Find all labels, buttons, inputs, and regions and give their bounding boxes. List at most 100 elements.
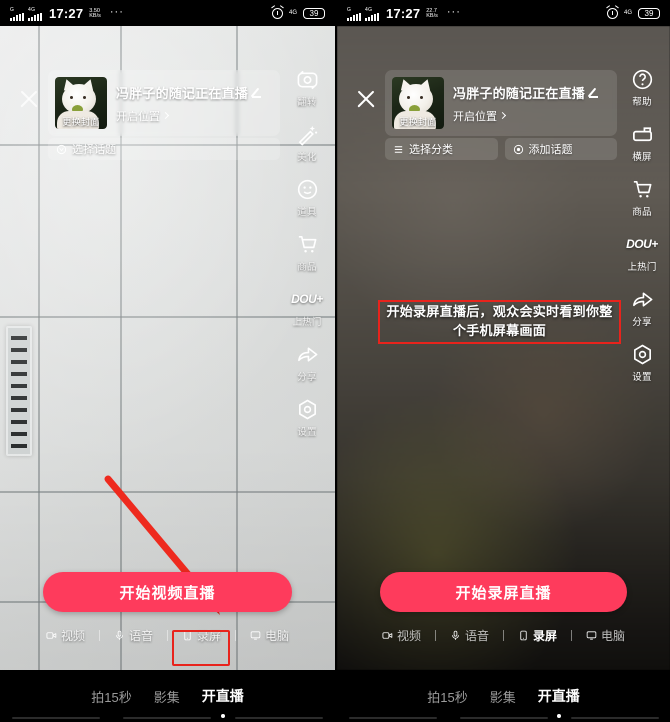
status-time: 17:27 bbox=[386, 5, 421, 21]
shopping-cart-icon bbox=[294, 231, 320, 257]
alarm-clock-icon bbox=[271, 7, 283, 19]
nav-item-album[interactable]: 影集 bbox=[154, 687, 180, 706]
mode-tab-pc[interactable]: 电脑 bbox=[236, 624, 303, 647]
video-live-panel: G 4G 17:27 3.50 KB/s ··· 4G 39 更换封面 冯胖子的… bbox=[0, 0, 335, 722]
signal-icon-2: 4G bbox=[365, 7, 379, 21]
topic-icon bbox=[56, 144, 67, 154]
magic-wand-icon bbox=[294, 121, 320, 147]
chips-row-right: 选择分类 添加话题 bbox=[385, 138, 617, 160]
nav-item-live[interactable]: 开直播 bbox=[538, 686, 580, 718]
smiley-props-icon bbox=[294, 176, 320, 202]
annotation-highlight-box bbox=[172, 630, 230, 666]
nav-item-15s[interactable]: 拍15秒 bbox=[91, 687, 131, 706]
add-topic-chip[interactable]: 添加话题 bbox=[504, 138, 617, 160]
flip-camera-button[interactable]: 翻转 bbox=[294, 66, 320, 108]
share-button[interactable]: 分享 bbox=[629, 286, 655, 328]
status-overflow-icon: ··· bbox=[109, 5, 124, 18]
dou-plus-button[interactable]: DOU+ 上热门 bbox=[626, 231, 658, 273]
nav-item-live[interactable]: 开直播 bbox=[202, 686, 244, 718]
mobile-data-icon: 4G bbox=[288, 10, 297, 16]
phone-screen-icon bbox=[520, 630, 527, 640]
home-indicator bbox=[337, 717, 670, 719]
landscape-button[interactable]: 横屏 bbox=[629, 121, 655, 163]
live-info-card[interactable]: 更换封面 冯胖子的随记正在直播 开启位置 bbox=[48, 70, 280, 136]
chevron-right-icon bbox=[498, 111, 507, 120]
signal-icon-1: G bbox=[347, 7, 361, 21]
help-question-icon bbox=[629, 66, 655, 92]
settings-button[interactable]: 设置 bbox=[629, 341, 655, 383]
chips-row-left: 选择话题 bbox=[48, 138, 280, 160]
location-row[interactable]: 开启位置 bbox=[116, 108, 273, 124]
signal-icon-2: 4G bbox=[28, 7, 42, 21]
cover-thumbnail[interactable]: 更换封面 bbox=[55, 77, 107, 129]
close-button[interactable] bbox=[18, 88, 40, 110]
goods-button[interactable]: 商品 bbox=[629, 176, 655, 218]
camera-preview-left: 更换封面 冯胖子的随记正在直播 开启位置 选择话题 翻转 美化 道具 商品 DO… bbox=[0, 26, 335, 670]
tools-rail-left: 翻转 美化 道具 商品 DOU+ 上热门 分享 设置 bbox=[285, 66, 329, 451]
settings-button[interactable]: 设置 bbox=[294, 396, 320, 438]
mode-tab-audio[interactable]: 语音 bbox=[436, 624, 503, 647]
location-row[interactable]: 开启位置 bbox=[453, 108, 610, 124]
change-cover-label: 更换封面 bbox=[399, 117, 437, 127]
mode-tabs-right: 视频 语音 录屏 电脑 bbox=[337, 622, 670, 648]
battery-indicator: 39 bbox=[638, 7, 660, 19]
edit-pencil-icon[interactable] bbox=[252, 86, 264, 98]
goods-button[interactable]: 商品 bbox=[294, 231, 320, 273]
tools-rail-right: 帮助 横屏 商品 DOU+ 上热门 分享 设置 bbox=[620, 66, 664, 396]
mode-tab-video[interactable]: 视频 bbox=[32, 624, 99, 647]
mobile-data-icon: 4G bbox=[623, 10, 632, 16]
mode-tab-pc[interactable]: 电脑 bbox=[572, 624, 639, 647]
live-title[interactable]: 冯胖子的随记正在直播 bbox=[453, 83, 610, 102]
share-arrow-icon bbox=[629, 286, 655, 312]
dou-plus-icon: DOU+ bbox=[291, 292, 323, 306]
status-bar-left: G 4G 17:27 3.50 KB/s ··· 4G 39 bbox=[0, 0, 335, 26]
edit-pencil-icon[interactable] bbox=[589, 86, 601, 98]
annotation-callout: 开始录屏直播后，观众会实时看到你整个手机屏幕画面 bbox=[378, 300, 621, 344]
props-button[interactable]: 道具 bbox=[294, 176, 320, 218]
bottom-nav-right: 拍15秒 影集 开直播 bbox=[337, 670, 670, 722]
microphone-icon bbox=[116, 630, 123, 640]
share-button[interactable]: 分享 bbox=[294, 341, 320, 383]
live-info-card[interactable]: 更换封面 冯胖子的随记正在直播 开启位置 bbox=[385, 70, 617, 136]
settings-gear-icon bbox=[294, 396, 320, 422]
start-live-button[interactable]: 开始视频直播 bbox=[43, 572, 292, 612]
video-camera-icon bbox=[46, 631, 57, 639]
settings-gear-icon bbox=[629, 341, 655, 367]
signal-icon-1: G bbox=[10, 7, 24, 21]
shopping-cart-icon bbox=[629, 176, 655, 202]
alarm-clock-icon bbox=[606, 7, 618, 19]
microphone-icon bbox=[452, 630, 459, 640]
flip-camera-icon bbox=[294, 66, 320, 92]
home-indicator bbox=[0, 717, 335, 719]
network-rate: 3.50 KB/s bbox=[89, 7, 101, 19]
screen-record-live-panel: G 4G 17:27 22.7 KB/s ··· 4G 39 更换封面 冯胖子的… bbox=[335, 0, 670, 722]
beautify-button[interactable]: 美化 bbox=[294, 121, 320, 163]
select-category-chip[interactable]: 选择分类 bbox=[385, 138, 498, 160]
video-camera-icon bbox=[382, 631, 393, 639]
desktop-monitor-icon bbox=[250, 630, 261, 640]
live-title[interactable]: 冯胖子的随记正在直播 bbox=[116, 83, 273, 102]
start-live-button[interactable]: 开始录屏直播 bbox=[380, 572, 627, 612]
chevron-right-icon bbox=[161, 111, 170, 120]
desktop-monitor-icon bbox=[586, 630, 597, 640]
mode-tab-audio[interactable]: 语音 bbox=[100, 624, 167, 647]
status-overflow-icon: ··· bbox=[446, 5, 461, 18]
cover-thumbnail[interactable]: 更换封面 bbox=[392, 77, 444, 129]
battery-indicator: 39 bbox=[303, 7, 325, 19]
change-cover-label: 更换封面 bbox=[62, 117, 100, 127]
dou-plus-button[interactable]: DOU+ 上热门 bbox=[291, 286, 323, 328]
mode-tab-video[interactable]: 视频 bbox=[368, 624, 435, 647]
topic-icon bbox=[513, 144, 523, 154]
nav-item-album[interactable]: 影集 bbox=[490, 687, 516, 706]
select-topic-chip[interactable]: 选择话题 bbox=[48, 138, 280, 160]
screen-preview-right: 更换封面 冯胖子的随记正在直播 开启位置 选择分类 添加话题 帮助 横屏 商品 … bbox=[337, 26, 670, 670]
bottom-nav-left: 拍15秒 影集 开直播 bbox=[0, 670, 335, 722]
help-button[interactable]: 帮助 bbox=[629, 66, 655, 108]
close-button[interactable] bbox=[355, 88, 377, 110]
nav-item-15s[interactable]: 拍15秒 bbox=[427, 687, 467, 706]
mode-tab-screen-record[interactable]: 录屏 bbox=[504, 624, 571, 647]
comparison-screenshot: G 4G 17:27 3.50 KB/s ··· 4G 39 更换封面 冯胖子的… bbox=[0, 0, 670, 722]
status-bar-right: G 4G 17:27 22.7 KB/s ··· 4G 39 bbox=[337, 0, 670, 26]
category-list-icon bbox=[394, 145, 403, 153]
mode-tabs-left: 视频 语音 录屏 电脑 bbox=[0, 622, 335, 648]
